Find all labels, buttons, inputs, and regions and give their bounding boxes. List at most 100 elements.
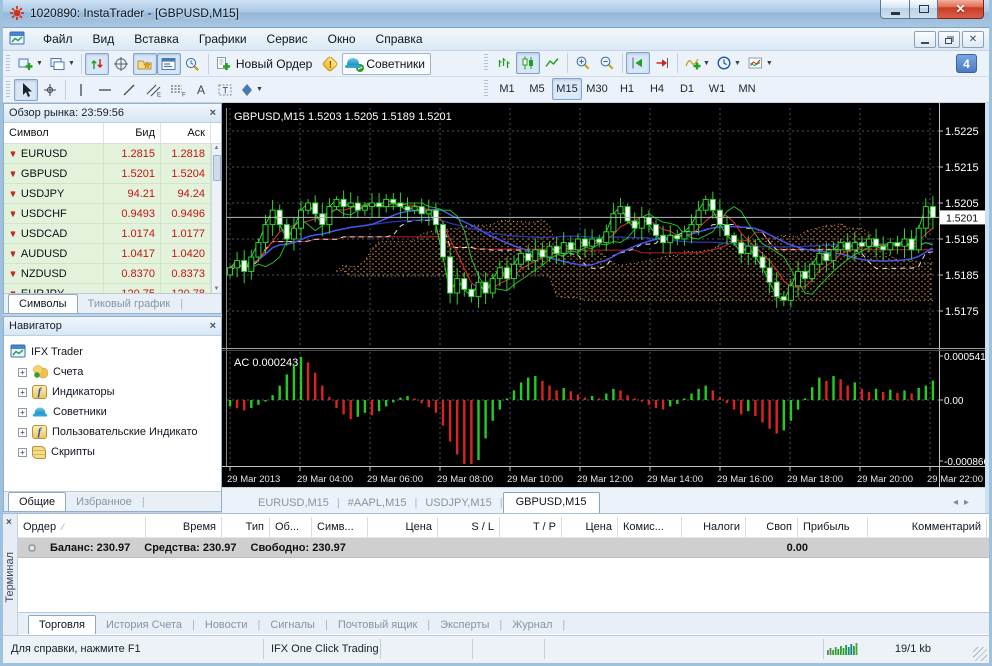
chart-tab-usdjpy-m15[interactable]: USDJPY,M15	[417, 494, 499, 513]
new-order-button[interactable]: Новый Ордер	[212, 53, 318, 75]
terminal-col-3[interactable]: Об...	[270, 517, 312, 537]
alert-button[interactable]: !	[318, 53, 342, 75]
market-row-audusd[interactable]: ▼ AUDUSD 1.0417 1.0420	[4, 244, 211, 264]
toolbar-grip[interactable]	[6, 80, 10, 99]
scroll-down-icon[interactable]: ▼	[212, 286, 221, 292]
scroll-up-icon[interactable]: ▲	[212, 145, 221, 151]
auto-scroll-button[interactable]	[650, 52, 674, 74]
cursor-button[interactable]	[14, 78, 38, 101]
templates-button[interactable]: ▼	[744, 52, 776, 74]
tree-item-3[interactable]: + f Пользовательские Индикато	[10, 422, 221, 442]
expand-icon[interactable]: +	[18, 387, 27, 397]
experts-button[interactable]: ▶ Советники	[342, 52, 431, 75]
price-chart[interactable]: 1.5225 1.5215 1.5205 1.5195 1.5185 1.5175 1.52…	[222, 103, 989, 487]
market-row-usdjpy[interactable]: ▼ USDJPY 94.21 94.24	[4, 184, 211, 204]
zoom-out-button[interactable]	[595, 52, 619, 74]
timeframe-m30[interactable]: M30	[582, 78, 612, 100]
market-row-eurjpy[interactable]: ▼EURJPY120.75120.78	[4, 284, 211, 293]
mdi-close-button[interactable]: ✕	[962, 31, 984, 48]
menu-item-2[interactable]: Вставка	[124, 29, 189, 49]
periods-button[interactable]: ▼	[713, 52, 744, 74]
tab--[interactable]: Общие	[8, 492, 67, 511]
column-symbol[interactable]: Символ	[4, 123, 104, 143]
menu-item-6[interactable]: Справка	[366, 29, 433, 49]
market-row-gbpusd[interactable]: ▼ GBPUSD 1.5201 1.5204	[4, 164, 211, 184]
terminal-tab-сигналы[interactable]: Сигналы	[260, 617, 325, 634]
terminal-col-7[interactable]: T / P	[500, 517, 562, 537]
tree-item-0[interactable]: + Счета	[10, 362, 221, 382]
chart-shift-button[interactable]	[626, 52, 650, 74]
toolbar-grip[interactable]	[6, 54, 10, 73]
chart-tab-eurusd-m15[interactable]: EURUSD,M15	[250, 494, 337, 513]
close-button[interactable]: ✕	[938, 0, 984, 19]
chart-tab-#aapl-m15[interactable]: #AAPL,M15	[340, 494, 415, 513]
tree-item-2[interactable]: + Советники	[10, 402, 221, 422]
market-row-usdchf[interactable]: ▼ USDCHF 0.9493 0.9496	[4, 204, 211, 224]
timeframe-h4[interactable]: H4	[642, 78, 672, 100]
hline-button[interactable]	[93, 79, 117, 101]
terminal-toggle[interactable]	[156, 52, 181, 75]
tree-item-4[interactable]: + Скрипты	[10, 442, 221, 462]
terminal-col-13[interactable]: Комментарий	[868, 517, 987, 537]
bar-chart-button[interactable]	[492, 52, 516, 74]
menu-item-3[interactable]: Графики	[189, 29, 257, 49]
terminal-tab-история-счета[interactable]: История Счета	[96, 617, 192, 634]
tab-scroll-icons[interactable]: ◂▸	[953, 497, 975, 508]
terminal-col-10[interactable]: Налоги	[682, 517, 746, 537]
terminal-col-0[interactable]: Ордер ∕	[18, 517, 146, 537]
status-mode-text[interactable]: IFX One Click Trading	[271, 643, 379, 655]
market-watch-header[interactable]: Обзор рынка: 23:59:56 ×	[4, 104, 221, 123]
navigator-toggle[interactable]	[132, 52, 157, 75]
menu-item-4[interactable]: Сервис	[257, 29, 318, 49]
mdi-minimize-button[interactable]	[914, 31, 936, 48]
shapes-button[interactable]: ▼	[237, 79, 266, 101]
tab--[interactable]: Тиковый график	[78, 296, 181, 313]
terminal-col-9[interactable]: Комис...	[618, 517, 682, 537]
timeframe-m15[interactable]: M15	[552, 78, 582, 100]
menu-item-1[interactable]: Вид	[83, 29, 125, 49]
terminal-col-6[interactable]: S / L	[438, 517, 500, 537]
crosshair-button[interactable]	[38, 79, 62, 101]
panel-close-icon[interactable]: ×	[210, 107, 216, 119]
candle-chart-button[interactable]	[516, 52, 540, 74]
market-row-eurusd[interactable]: ▼ EURUSD 1.2815 1.2818	[4, 144, 211, 164]
menu-item-0[interactable]: Файл	[33, 29, 83, 49]
terminal-col-11[interactable]: Своп	[746, 517, 798, 537]
navigator-header[interactable]: Навигатор ×	[4, 317, 221, 336]
terminal-col-12[interactable]: Прибыль	[798, 517, 868, 537]
fibonacci-button[interactable]: F	[165, 79, 189, 101]
market-row-nzdusd[interactable]: ▼ NZDUSD 0.8370 0.8373	[4, 264, 211, 284]
terminal-col-4[interactable]: Симв...	[312, 517, 368, 537]
terminal-tab-новости[interactable]: Новости	[195, 617, 258, 634]
tab--[interactable]: Символы	[8, 294, 78, 313]
channel-button[interactable]: E	[141, 79, 165, 101]
market-watch-toggle[interactable]	[84, 52, 109, 75]
timeframe-w1[interactable]: W1	[702, 78, 732, 100]
tree-item-1[interactable]: + f Индикаторы	[10, 382, 221, 402]
minimize-button[interactable]	[880, 0, 910, 19]
timeframe-m1[interactable]: M1	[492, 78, 522, 100]
tree-root[interactable]: IFX Trader	[10, 342, 221, 362]
label-button[interactable]: T	[213, 79, 237, 101]
expand-icon[interactable]: +	[18, 407, 27, 417]
text-button[interactable]: A	[189, 79, 213, 101]
balance-row[interactable]: Баланс: 230.97 Средства: 230.97 Свободно…	[18, 538, 989, 558]
menu-item-5[interactable]: Окно	[318, 29, 366, 49]
column-bid[interactable]: Бид	[104, 123, 161, 143]
terminal-close-icon[interactable]: ×	[6, 517, 12, 528]
indicators-button[interactable]: ▼	[681, 52, 713, 74]
expand-icon[interactable]: +	[18, 427, 27, 437]
data-window-button[interactable]	[109, 53, 133, 75]
panel-close-icon[interactable]: ×	[210, 320, 216, 332]
market-watch-scrollbar[interactable]: ▲ ▼	[211, 144, 221, 293]
market-row-usdcad[interactable]: ▼ USDCAD 1.0174 1.0177	[4, 224, 211, 244]
toolbar-grip[interactable]	[484, 80, 488, 98]
profiles-button[interactable]: ▼	[46, 53, 78, 75]
expand-icon[interactable]: +	[18, 367, 27, 377]
trendline-button[interactable]	[117, 79, 141, 101]
resize-grip-icon[interactable]	[973, 647, 987, 661]
terminal-tab-почтовый-ящик[interactable]: Почтовый ящик	[328, 617, 427, 634]
tab--[interactable]: Избранное	[66, 494, 142, 511]
terminal-tab-эксперты[interactable]: Эксперты	[430, 617, 499, 634]
chart-tab-gbpusd-m15[interactable]: GBPUSD,M15	[502, 492, 600, 513]
